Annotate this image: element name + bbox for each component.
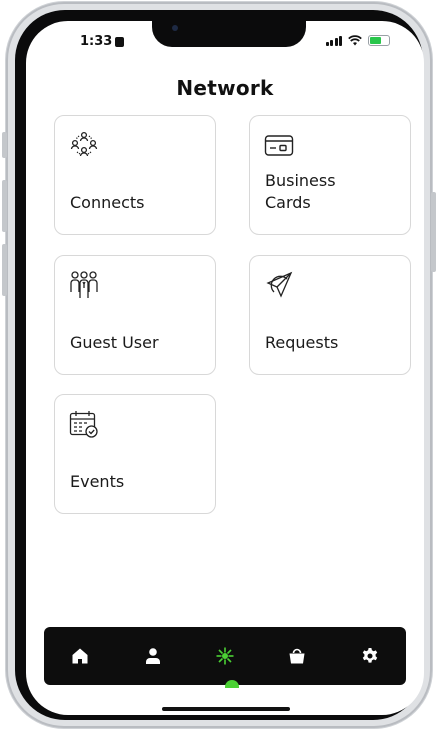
volume-down-button bbox=[2, 244, 7, 296]
volume-up-button bbox=[2, 180, 7, 232]
battery-icon bbox=[368, 35, 390, 46]
tab-home[interactable] bbox=[63, 639, 97, 673]
tile-label: Connects bbox=[70, 193, 145, 212]
status-time: 1:33 bbox=[80, 34, 125, 49]
page-title: Network bbox=[176, 76, 274, 100]
tile-guest-user[interactable]: Guest User bbox=[54, 255, 216, 375]
shop-bag-icon bbox=[289, 648, 305, 664]
paper-plane-icon bbox=[266, 271, 293, 298]
tile-connects[interactable]: Connects bbox=[54, 115, 216, 235]
tab-settings[interactable] bbox=[353, 639, 387, 673]
tab-network[interactable] bbox=[208, 639, 242, 673]
tile-requests[interactable]: Requests bbox=[249, 255, 411, 375]
lock-icon bbox=[115, 36, 125, 47]
tile-events[interactable]: Events bbox=[54, 394, 216, 514]
power-button bbox=[431, 192, 436, 272]
tile-label: Business Cards bbox=[265, 171, 336, 212]
tile-label: Requests bbox=[265, 333, 339, 352]
tab-shop[interactable] bbox=[280, 639, 314, 673]
guest-users-icon bbox=[70, 271, 98, 298]
notch bbox=[152, 21, 306, 47]
active-tab-indicator bbox=[225, 680, 239, 688]
settings-icon bbox=[362, 648, 377, 663]
home-indicator bbox=[162, 707, 290, 711]
people-network-icon bbox=[70, 131, 98, 157]
calendar-check-icon bbox=[69, 411, 98, 438]
tab-profile[interactable] bbox=[136, 639, 170, 673]
home-icon bbox=[72, 648, 88, 664]
signal-icon bbox=[325, 35, 342, 46]
profile-icon bbox=[145, 648, 160, 664]
phone-frame: 1:33 Network Connects Business Cards Gue… bbox=[2, 2, 436, 728]
mute-switch bbox=[2, 132, 7, 158]
network-icon bbox=[216, 647, 234, 665]
screen: 1:33 Network Connects Business Cards Gue… bbox=[26, 21, 424, 715]
tile-label: Guest User bbox=[70, 333, 159, 352]
wifi-icon bbox=[348, 35, 362, 46]
business-card-icon bbox=[264, 135, 294, 156]
tile-label: Events bbox=[70, 472, 125, 491]
time-text: 1:33 bbox=[80, 34, 113, 49]
tile-business-cards[interactable]: Business Cards bbox=[249, 115, 411, 235]
tab-bar bbox=[44, 627, 406, 685]
status-icons bbox=[325, 35, 390, 46]
